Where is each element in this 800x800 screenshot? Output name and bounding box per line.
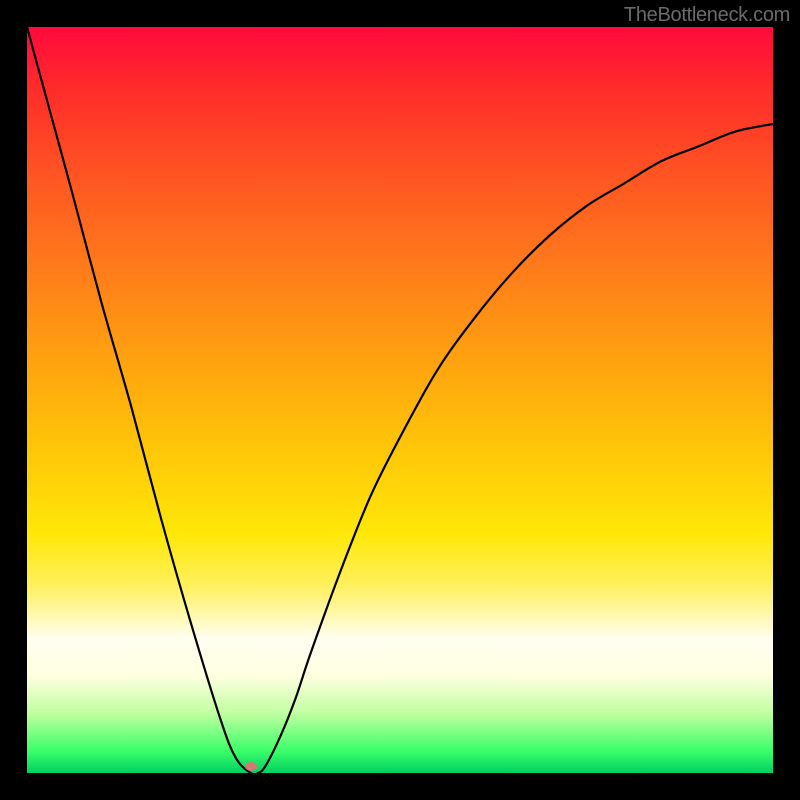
bottleneck-curve (27, 27, 773, 773)
bottleneck-plot (27, 27, 773, 773)
optimum-marker (245, 762, 257, 771)
chart-frame: TheBottleneck.com (0, 0, 800, 800)
attribution-text: TheBottleneck.com (624, 4, 790, 27)
